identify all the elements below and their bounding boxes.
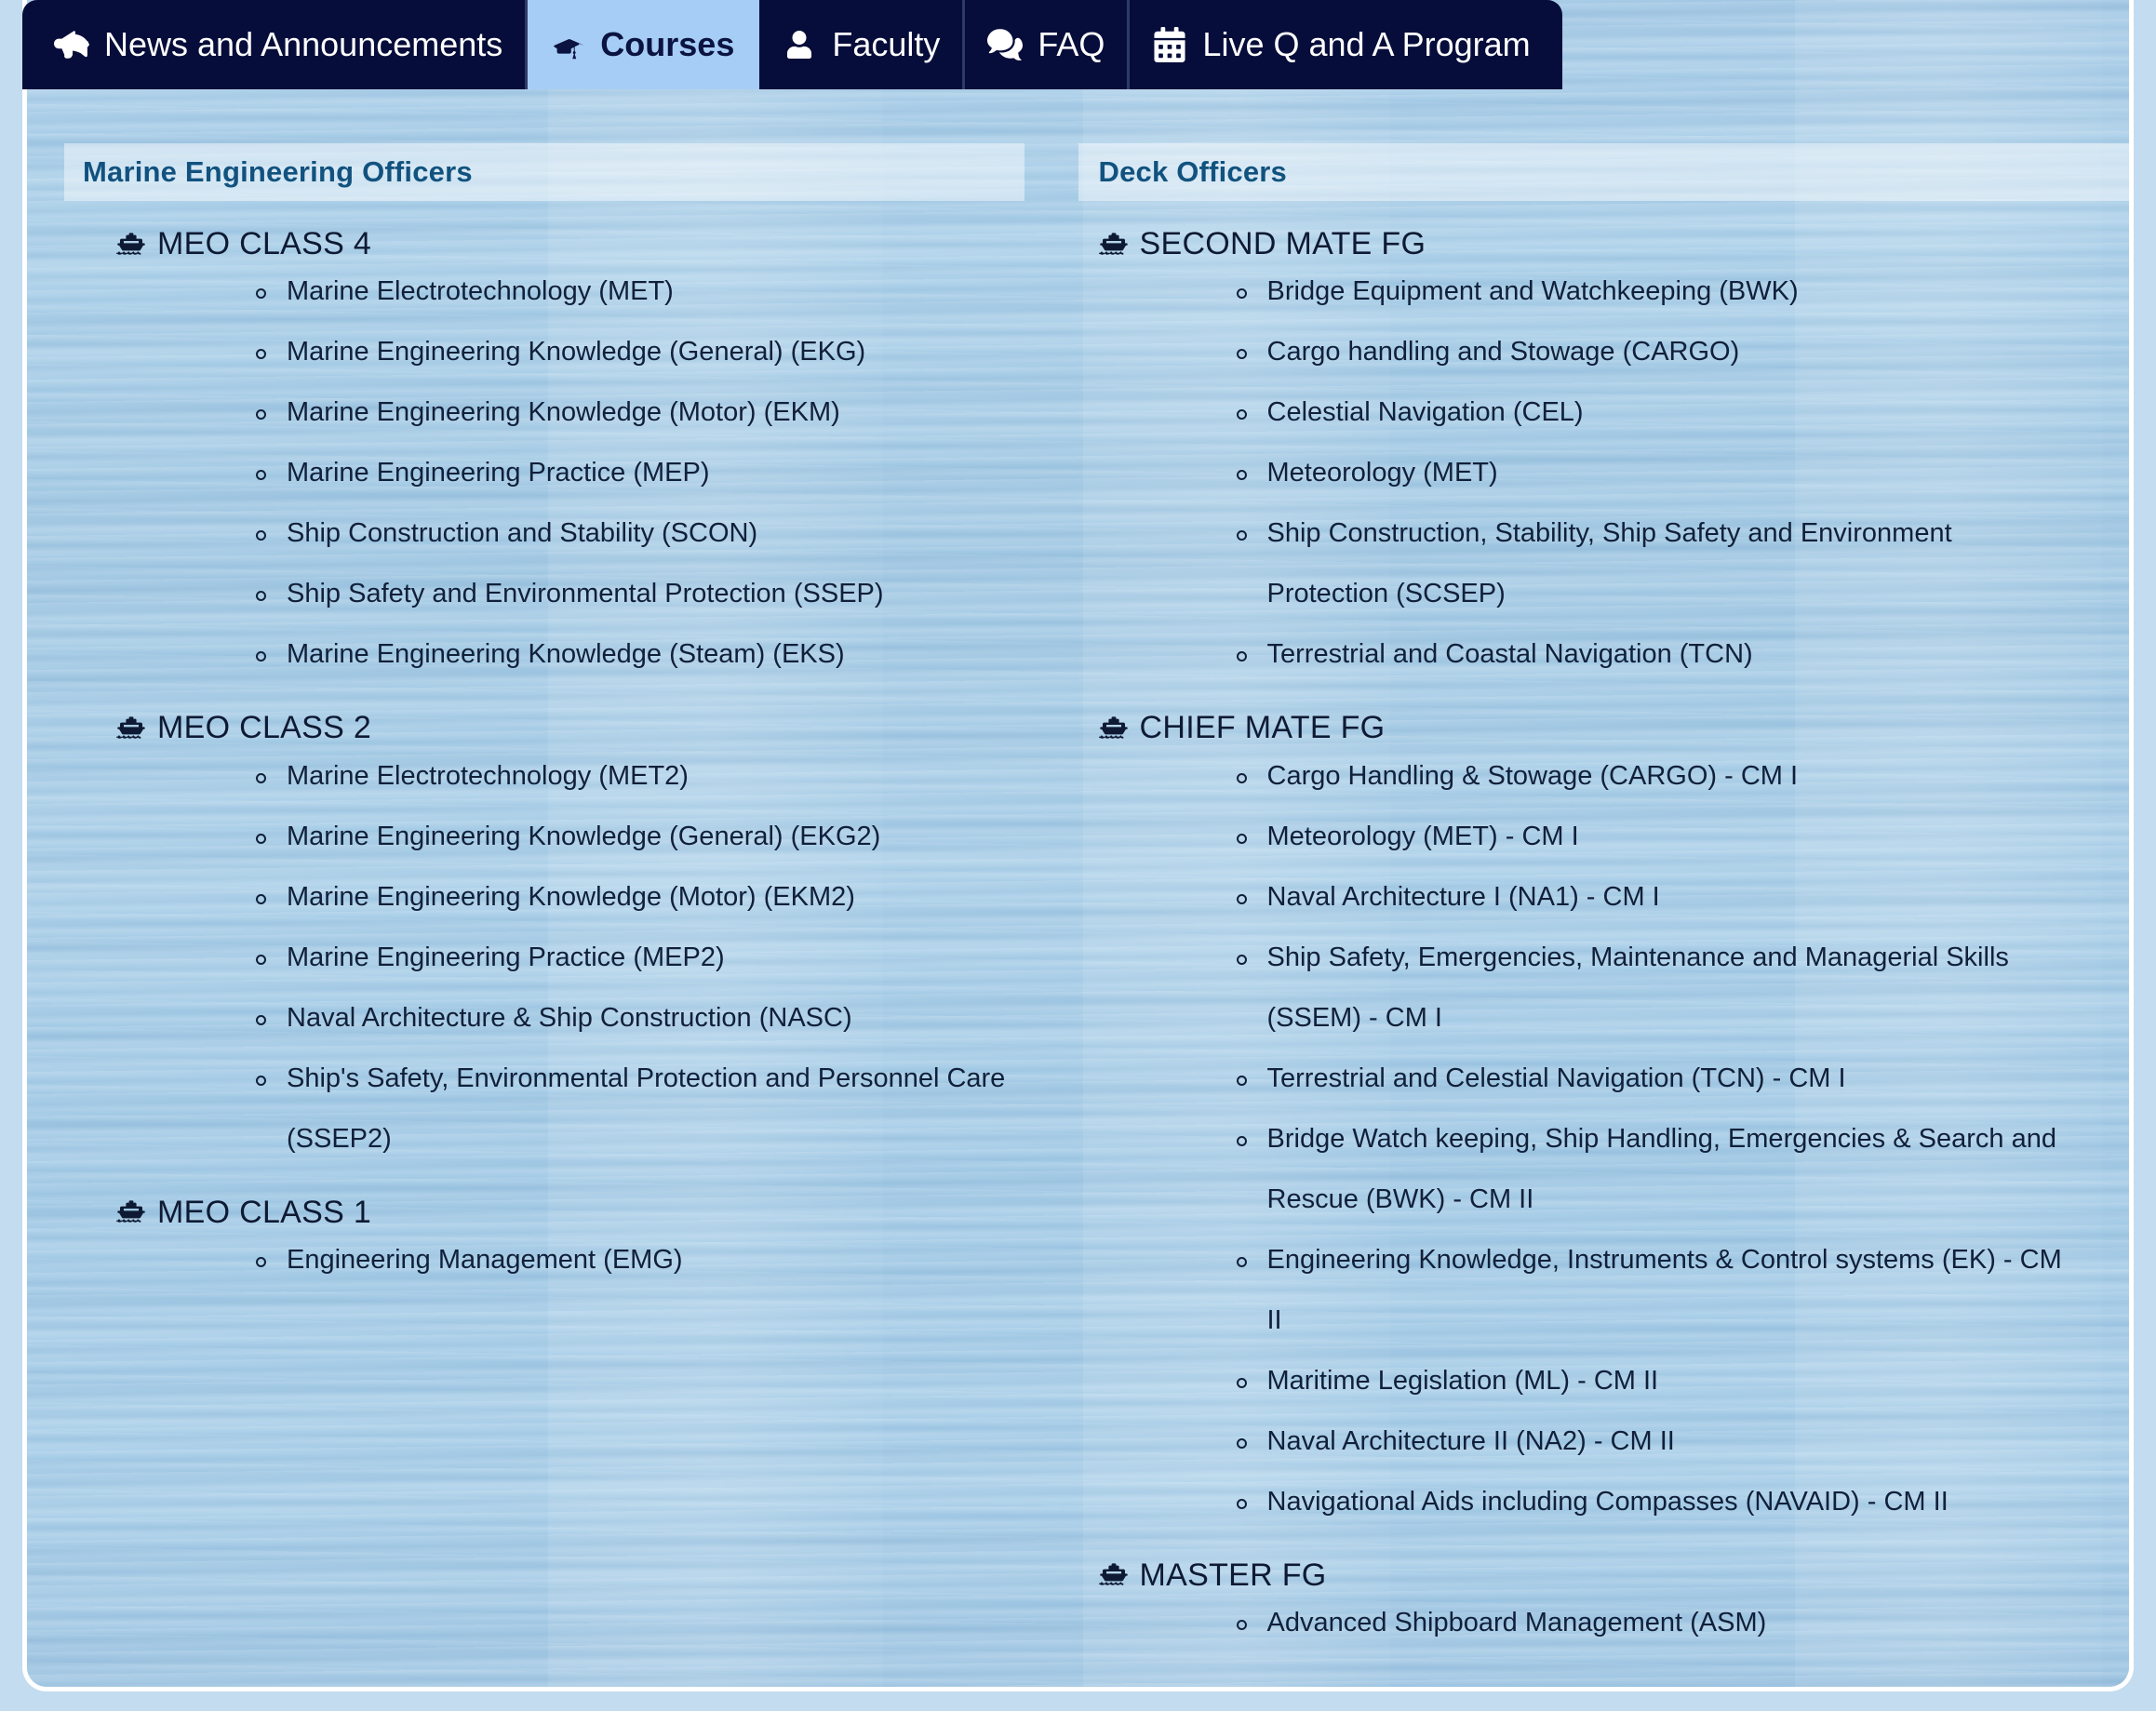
tab-news-and-announcements[interactable]: News and Announcements <box>22 0 529 89</box>
course-list-item[interactable]: Celestial Navigation (CEL) <box>1236 382 2072 443</box>
course-list: Engineering Management (EMG) <box>116 1230 1078 1290</box>
section-heading-label: MEO CLASS 2 <box>157 710 372 746</box>
course-list-item[interactable]: Cargo handling and Stowage (CARGO) <box>1236 322 2072 382</box>
tab-faq[interactable]: FAQ <box>965 0 1131 89</box>
course-list-item[interactable]: Ship Construction and Stability (SCON) <box>256 503 1078 564</box>
course-list-item[interactable]: Ship Safety and Environmental Protection… <box>256 564 1078 624</box>
course-list-item[interactable]: Cargo Handling & Stowage (CARGO) - CM I <box>1236 746 2072 807</box>
ship-icon <box>116 229 146 261</box>
panel-header: Marine Engineering Officers <box>64 143 1024 201</box>
calendar-icon <box>1152 27 1187 62</box>
tab-label: Courses <box>600 25 735 63</box>
course-section: MEO CLASS 4 Marine Electrotechnology (MET… <box>27 226 1078 685</box>
ship-icon <box>1099 1559 1129 1591</box>
tab-live-q-and-a-program[interactable]: Live Q and A Program <box>1130 0 1562 89</box>
section-heading: MEO CLASS 4 <box>116 226 1078 261</box>
tab-faculty[interactable]: Faculty <box>759 0 966 89</box>
course-list-item[interactable]: Naval Architecture I (NA1) - CM I <box>1236 867 2072 928</box>
tab-label: Faculty <box>832 25 941 63</box>
section-heading: SECOND MATE FG <box>1099 226 2130 261</box>
comments-icon <box>987 27 1023 62</box>
course-list: Marine Electrotechnology (MET2) Marine En… <box>116 746 1078 1170</box>
megaphone-icon <box>54 27 89 62</box>
course-section: MEO CLASS 2 Marine Electrotechnology (MET… <box>27 710 1078 1170</box>
course-list-item[interactable]: Marine Engineering Knowledge (General) (… <box>256 807 1078 867</box>
section-heading: MEO CLASS 2 <box>116 710 1078 746</box>
column-deck-officers: Deck Officers SECOND MATE FG Bridge Equipm… <box>1078 89 2130 1687</box>
course-list: Advanced Shipboard Management (ASM) <box>1099 1593 2130 1653</box>
course-list-item[interactable]: Naval Architecture & Ship Construction (… <box>256 988 1078 1049</box>
course-list-item[interactable]: Ship Construction, Stability, Ship Safet… <box>1236 503 2072 624</box>
section-heading: MASTER FG <box>1099 1557 2130 1593</box>
course-list-item[interactable]: Marine Engineering Knowledge (General) (… <box>256 322 1078 382</box>
course-list-item[interactable]: Naval Architecture II (NA2) - CM II <box>1236 1411 2072 1472</box>
course-list-item[interactable]: Terrestrial and Celestial Navigation (TC… <box>1236 1049 2072 1109</box>
panel-header: Deck Officers <box>1078 143 2129 201</box>
section-heading-label: MEO CLASS 1 <box>157 1194 372 1230</box>
course-list-item[interactable]: Ship's Safety, Environmental Protection … <box>256 1049 1078 1170</box>
ship-icon <box>1099 229 1129 261</box>
course-list: Marine Electrotechnology (MET) Marine Eng… <box>116 261 1078 685</box>
course-list-item[interactable]: Terrestrial and Coastal Navigation (TCN) <box>1236 624 2072 685</box>
section-heading: MEO CLASS 1 <box>116 1194 1078 1230</box>
course-list-item[interactable]: Advanced Shipboard Management (ASM) <box>1236 1593 2072 1653</box>
course-section: CHIEF MATE FG Cargo Handling & Stowage (C… <box>1078 710 2130 1532</box>
course-list-item[interactable]: Marine Electrotechnology (MET) <box>256 261 1078 322</box>
course-section: MEO CLASS 1 Engineering Management (EMG) <box>27 1194 1078 1290</box>
courses-page-card: Marine Engineering Officers MEO CLASS 4 Ma… <box>22 0 2134 1691</box>
course-list-item[interactable]: Marine Engineering Knowledge (Motor) (EK… <box>256 382 1078 443</box>
course-list-item[interactable]: Marine Electrotechnology (MET2) <box>256 746 1078 807</box>
ship-icon <box>116 1196 146 1228</box>
course-list-item[interactable]: Maritime Legislation (ML) - CM II <box>1236 1351 2072 1411</box>
course-list-item[interactable]: Bridge Equipment and Watchkeeping (BWK) <box>1236 261 2072 322</box>
section-heading-label: MASTER FG <box>1139 1557 1327 1593</box>
course-section: MASTER FG Advanced Shipboard Management (… <box>1078 1557 2130 1653</box>
graduation-cap-icon <box>550 27 585 62</box>
ship-icon <box>1099 713 1129 744</box>
course-list-item[interactable]: Engineering Management (EMG) <box>256 1230 1078 1290</box>
panel-title: Deck Officers <box>1098 155 1287 188</box>
tab-label: FAQ <box>1038 25 1105 63</box>
course-list-item[interactable]: Marine Engineering Practice (MEP) <box>256 443 1078 503</box>
course-columns: Marine Engineering Officers MEO CLASS 4 Ma… <box>27 89 2129 1687</box>
course-list-item[interactable]: Bridge Watch keeping, Ship Handling, Eme… <box>1236 1109 2072 1230</box>
course-list: Cargo Handling & Stowage (CARGO) - CM IM… <box>1099 746 2130 1532</box>
section-heading-label: SECOND MATE FG <box>1139 226 1426 261</box>
course-list-item[interactable]: Marine Engineering Knowledge (Steam) (EK… <box>256 624 1078 685</box>
section-heading-label: MEO CLASS 4 <box>157 226 372 261</box>
column-marine-engineering-officers: Marine Engineering Officers MEO CLASS 4 Ma… <box>27 89 1078 1687</box>
course-section: SECOND MATE FG Bridge Equipment and Watch… <box>1078 226 2130 685</box>
tab-label: Live Q and A Program <box>1202 25 1531 63</box>
course-list-item[interactable]: Meteorology (MET) - CM I <box>1236 807 2072 867</box>
panel-title: Marine Engineering Officers <box>83 155 473 188</box>
course-list-item[interactable]: Navigational Aids including Compasses (N… <box>1236 1472 2072 1532</box>
course-list-item[interactable]: Marine Engineering Practice (MEP2) <box>256 928 1078 988</box>
course-list-item[interactable]: Marine Engineering Knowledge (Motor) (EK… <box>256 867 1078 928</box>
course-list-item[interactable]: Engineering Knowledge, Instruments & Con… <box>1236 1230 2072 1351</box>
course-list-item[interactable]: Ship Safety, Emergencies, Maintenance an… <box>1236 928 2072 1049</box>
main-tabbar: News and Announcements Courses Faculty FAQ L… <box>22 0 1562 89</box>
course-list: Bridge Equipment and Watchkeeping (BWK) C… <box>1099 261 2130 685</box>
tab-courses[interactable]: Courses <box>528 0 760 89</box>
tab-label: News and Announcements <box>104 25 503 63</box>
ship-icon <box>116 713 146 744</box>
course-list-item[interactable]: Meteorology (MET) <box>1236 443 2072 503</box>
section-heading: CHIEF MATE FG <box>1099 710 2130 746</box>
section-heading-label: CHIEF MATE FG <box>1139 710 1386 746</box>
user-icon <box>782 27 817 62</box>
